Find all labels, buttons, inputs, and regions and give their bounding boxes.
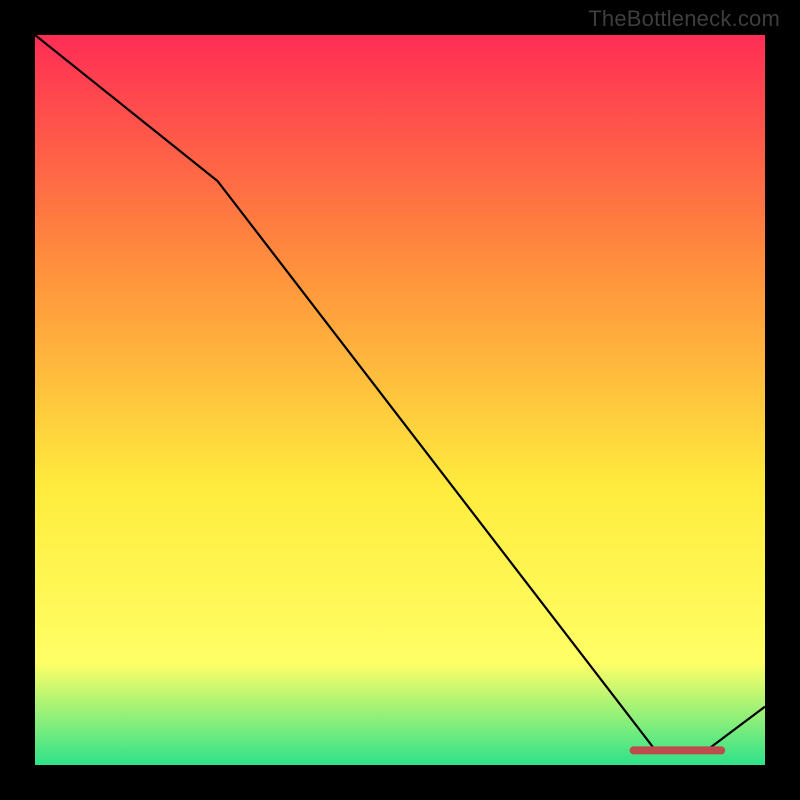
chart-container: TheBottleneck.com xyxy=(0,0,800,800)
plot-area xyxy=(35,35,765,765)
chart-svg xyxy=(35,35,765,765)
gradient-background xyxy=(35,35,765,765)
attribution-text: TheBottleneck.com xyxy=(588,6,780,32)
